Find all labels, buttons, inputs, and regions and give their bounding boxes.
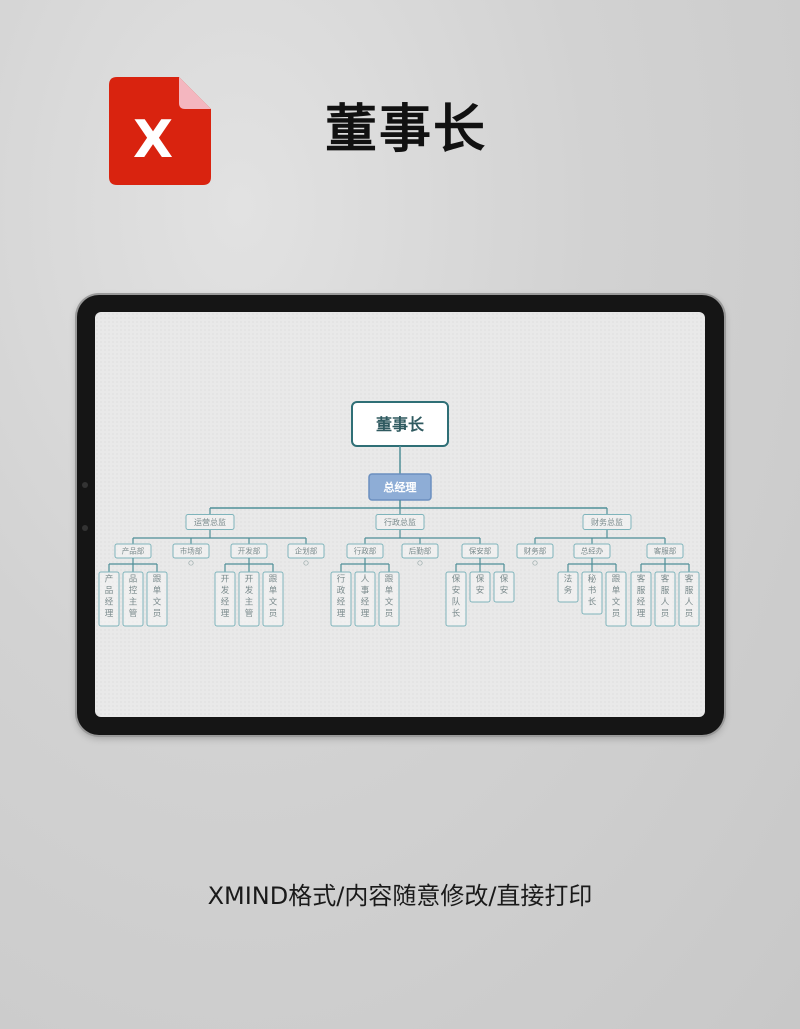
footer-caption: XMIND格式/内容随意修改/直接打印 [207,882,593,910]
x-letter: X [133,110,173,170]
role-label-char: 经 [105,597,114,608]
role-label-char: 品 [105,586,114,596]
role-label-char: 保 [500,574,509,585]
role-label-char: 理 [221,609,230,619]
role-label-char: 单 [153,585,162,596]
role-label-char: 队 [452,597,461,608]
role-label-char: 跟 [153,575,162,585]
role-label-char: 人 [661,598,670,608]
role-label-char: 服 [637,586,646,596]
role-label-char: 客 [637,574,646,585]
role-label-char: 品 [129,575,138,585]
role-label-char: 文 [612,597,621,608]
role-label-char: 理 [337,609,346,619]
department-label: 企划部 [295,546,318,556]
tablet-screen: 董事长 总经理 运营总监 产品部产品经理品控主管跟单文员市场部 开发部开发经理开发主管跟… [95,312,705,717]
tablet-sensor [82,525,88,531]
collapse-indicator-icon [417,560,423,566]
department-label: 客服部 [654,546,677,556]
role-label-char: 安 [476,585,485,596]
role-label-char: 经 [337,597,346,608]
role-label-char: 单 [385,585,394,596]
role-label-char: 跟 [612,575,621,585]
collapse-indicator-icon [303,560,309,566]
tablet-frame: 董事长 总经理 运营总监 产品部产品经理品控主管跟单文员市场部 开发部开发经理开发主管跟… [77,295,724,735]
director-label: 运营总监 [194,517,226,527]
role-label-char: 理 [105,609,114,619]
role-label-char: 产 [105,574,114,585]
org-chart: 董事长总经理运营总监产品部产品经理品控主管跟单文员市场部 开发部开发经理开发主管跟… [98,401,700,627]
role-label-char: 管 [245,608,254,619]
role-label-char: 法 [564,574,573,585]
role-label-char: 单 [269,585,278,596]
collapse-indicator-icon [532,560,538,566]
role-label-char: 发 [221,585,230,596]
role-label-char: 经 [221,597,230,608]
department-label: 后勤部 [409,546,432,556]
role-label-char: 发 [245,585,254,596]
role-label-char: 保 [476,574,485,585]
role-label-char: 人 [685,598,694,608]
department-label: 产品部 [122,546,145,556]
role-label-char: 跟 [385,575,394,585]
role-label-char: 开 [245,575,254,585]
role-label-char: 人 [361,575,370,585]
role-label-char: 长 [588,597,597,608]
role-label-char: 主 [245,597,254,608]
role-label-char: 长 [452,608,461,619]
role-label-char: 员 [661,609,670,619]
role-label-char: 控 [129,585,138,596]
role-label-char: 开 [221,575,230,585]
general-manager-label: 总经理 [384,480,417,494]
director-label: 行政总监 [384,517,416,527]
role-label-char: 员 [685,609,694,619]
role-label-char: 安 [452,585,461,596]
department-label: 总经办 [581,546,604,556]
role-label-char: 书 [588,585,597,596]
role-label-char: 员 [153,609,162,619]
role-label-char: 单 [612,585,621,596]
department-label: 市场部 [180,546,203,556]
role-label-char: 经 [637,597,646,608]
role-label-char: 文 [269,597,278,608]
role-label-char: 员 [612,609,621,619]
department-label: 保安部 [469,546,492,556]
role-label-char: 安 [500,585,509,596]
department-label: 开发部 [238,546,261,556]
role-label-char: 服 [661,586,670,596]
role-label-char: 服 [685,586,694,596]
root-node-label: 董事长 [376,415,425,434]
role-label-char: 员 [385,609,394,619]
role-label-char: 员 [269,609,278,619]
tablet-camera [82,482,88,488]
role-label-char: 秘 [588,574,597,585]
role-label-char: 理 [637,609,646,619]
collapse-indicator-icon [188,560,194,566]
department-label: 财务部 [524,546,547,556]
page-title: 董事长 [325,100,488,160]
xmind-file-icon: X [109,77,211,185]
role-label-char: 客 [661,574,670,585]
role-label-char: 跟 [269,575,278,585]
role-label-char: 主 [129,597,138,608]
role-label-char: 务 [564,585,573,596]
role-label-char: 客 [685,574,694,585]
director-label: 财务总监 [591,517,623,527]
role-label-char: 政 [337,585,346,596]
department-label: 行政部 [354,546,377,556]
role-label-char: 管 [129,608,138,619]
role-label-char: 文 [153,597,162,608]
role-label-char: 理 [361,609,370,619]
role-label-char: 文 [385,597,394,608]
role-label-char: 经 [361,597,370,608]
role-label-char: 事 [361,585,370,596]
role-label-char: 行 [337,574,346,585]
role-label-char: 保 [452,574,461,585]
